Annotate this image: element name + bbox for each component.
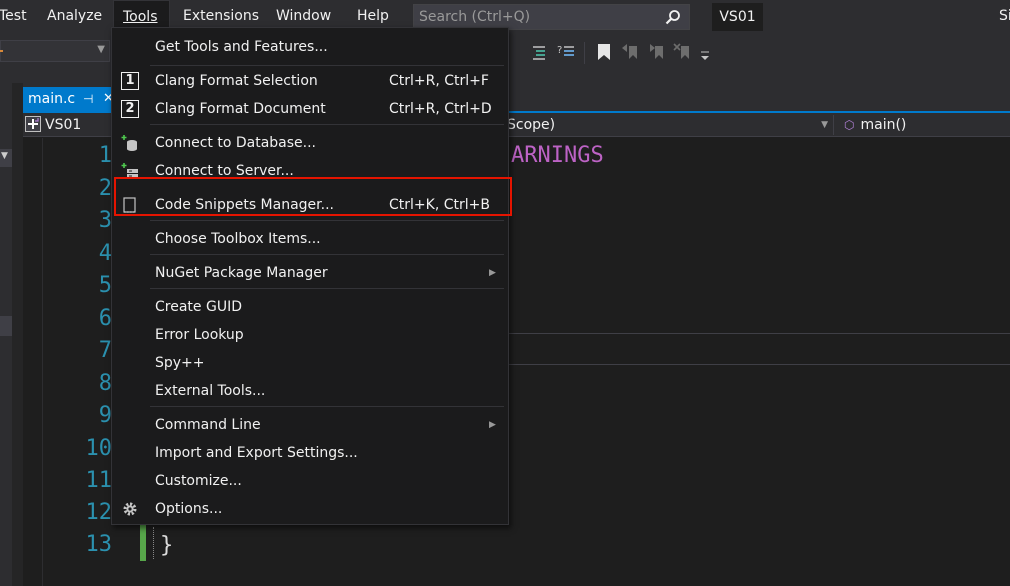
line-number: 5 xyxy=(98,273,112,298)
project-icon xyxy=(25,116,41,132)
bookmark-icon[interactable] xyxy=(594,42,614,62)
configuration-combo[interactable]: ▼ xyxy=(0,40,110,62)
menu-test[interactable]: Test xyxy=(0,0,35,33)
method-cube-icon: ⬡ xyxy=(844,118,855,132)
line-number: 4 xyxy=(98,241,112,266)
left-pane-selection[interactable] xyxy=(0,316,12,336)
left-tool-strip: ▼ xyxy=(0,83,23,586)
comment-lines-icon[interactable] xyxy=(530,42,550,62)
project-name: VS01 xyxy=(45,117,82,133)
macro-token: ARNINGS xyxy=(511,143,604,168)
menu-item-label: Clang Format Selection xyxy=(155,73,318,89)
menu-separator xyxy=(150,288,504,289)
editor-separator xyxy=(509,333,1010,334)
combo-marker xyxy=(0,50,3,52)
menu-item-label: Clang Format Document xyxy=(155,101,326,117)
submenu-arrow-icon: ▶ xyxy=(489,268,496,278)
pin-icon[interactable]: ⊣ xyxy=(83,87,93,111)
toolbar-divider xyxy=(584,42,585,64)
tools-menu: Get Tools and Features... 1 Clang Format… xyxy=(111,27,509,525)
toolbar-overflow-icon[interactable] xyxy=(699,48,711,68)
tab-main-c[interactable]: main.c ⊣ ✕ xyxy=(23,87,123,111)
database-plus-icon xyxy=(121,135,137,151)
menu-item-label: Connect to Database... xyxy=(155,135,316,151)
menu-item-label: Customize... xyxy=(155,473,242,489)
line-number: 2 xyxy=(98,176,112,201)
menu-item-create-guid[interactable]: Create GUID xyxy=(112,293,508,321)
chevron-down-icon: ▼ xyxy=(821,120,828,130)
line-number: 12 xyxy=(85,500,113,525)
menu-item-label: Command Line xyxy=(155,417,261,433)
project-dropdown[interactable]: VS01 xyxy=(25,115,125,135)
menu-item-label: External Tools... xyxy=(155,383,266,399)
tab-filename: main.c xyxy=(28,91,76,107)
solution-name: VS01 xyxy=(712,3,763,31)
line-number: 1 xyxy=(98,143,112,168)
menu-item-label: Choose Toolbox Items... xyxy=(155,231,321,247)
menu-item-customize[interactable]: Customize... xyxy=(112,467,508,495)
menu-separator xyxy=(150,124,504,125)
menu-item-clang-format-document[interactable]: 2 Clang Format Document Ctrl+R, Ctrl+D xyxy=(112,95,508,123)
line-number: 11 xyxy=(85,468,113,493)
line-number: 13 xyxy=(85,532,113,557)
left-pane-dropdown[interactable]: ▼ xyxy=(0,149,12,167)
menu-item-connect-database[interactable]: Connect to Database... xyxy=(112,129,508,157)
line-number: 6 xyxy=(98,306,112,331)
menu-item-label: Get Tools and Features... xyxy=(155,39,328,55)
chevron-down-icon: ▼ xyxy=(97,44,105,55)
closing-brace: } xyxy=(160,533,174,558)
chevron-down-icon: ▼ xyxy=(1,151,8,161)
menu-analyze[interactable]: Analyze xyxy=(39,0,110,33)
line-number: 9 xyxy=(98,403,112,428)
line-number: 7 xyxy=(98,338,112,363)
sign-in-label[interactable]: Si xyxy=(999,0,1010,33)
menu-item-label: Options... xyxy=(155,501,223,517)
clear-bookmarks-icon[interactable] xyxy=(673,42,693,62)
next-bookmark-icon[interactable] xyxy=(647,42,667,62)
line-number: 8 xyxy=(98,371,112,396)
number-1-icon: 1 xyxy=(121,72,139,90)
menu-item-error-lookup[interactable]: Error Lookup xyxy=(112,321,508,349)
menu-separator xyxy=(150,220,504,221)
editor-separator xyxy=(509,364,1010,365)
scope-dropdown[interactable]: Scope) ▼ xyxy=(507,115,834,135)
indent-guide xyxy=(153,527,154,559)
menu-tools-label: Tools xyxy=(123,9,158,25)
menu-item-get-tools[interactable]: Get Tools and Features... xyxy=(112,33,508,61)
search-placeholder: Search (Ctrl+Q) xyxy=(419,9,531,25)
menu-item-external-tools[interactable]: External Tools... xyxy=(112,377,508,405)
menu-item-import-export-settings[interactable]: Import and Export Settings... xyxy=(112,439,508,467)
gear-icon xyxy=(123,502,137,516)
menu-separator xyxy=(150,65,504,66)
menu-item-label: Import and Export Settings... xyxy=(155,445,358,461)
menu-item-shortcut: Ctrl+R, Ctrl+D xyxy=(389,101,492,117)
menu-item-spy[interactable]: Spy++ xyxy=(112,349,508,377)
indicator-margin xyxy=(23,138,43,586)
uncomment-lines-icon[interactable]: ? xyxy=(556,42,576,62)
line-number: 10 xyxy=(85,436,113,461)
scope-label: Scope) xyxy=(507,117,556,133)
change-marker xyxy=(140,525,146,561)
menu-item-label: Spy++ xyxy=(155,355,205,371)
svg-text:?: ? xyxy=(557,45,562,56)
line-number: 3 xyxy=(98,208,112,233)
menu-item-label: Error Lookup xyxy=(155,327,244,343)
submenu-arrow-icon: ▶ xyxy=(489,420,496,430)
previous-bookmark-icon[interactable] xyxy=(621,42,641,62)
menu-item-choose-toolbox-items[interactable]: Choose Toolbox Items... xyxy=(112,225,508,253)
menu-item-shortcut: Ctrl+R, Ctrl+F xyxy=(389,73,489,89)
menu-item-options[interactable]: Options... xyxy=(112,495,508,523)
menu-item-command-line[interactable]: Command Line ▶ xyxy=(112,411,508,439)
number-2-icon: 2 xyxy=(121,100,139,118)
function-dropdown[interactable]: ⬡ main() xyxy=(841,115,1010,135)
menu-separator xyxy=(150,406,504,407)
menu-item-label: NuGet Package Manager xyxy=(155,265,328,281)
menu-item-clang-format-selection[interactable]: 1 Clang Format Selection Ctrl+R, Ctrl+F xyxy=(112,67,508,95)
menu-separator xyxy=(150,254,504,255)
highlight-annotation xyxy=(114,177,512,216)
menu-item-label: Create GUID xyxy=(155,299,242,315)
search-icon xyxy=(665,10,680,25)
menu-item-nuget-package-manager[interactable]: NuGet Package Manager ▶ xyxy=(112,259,508,287)
function-name: main() xyxy=(860,117,907,133)
